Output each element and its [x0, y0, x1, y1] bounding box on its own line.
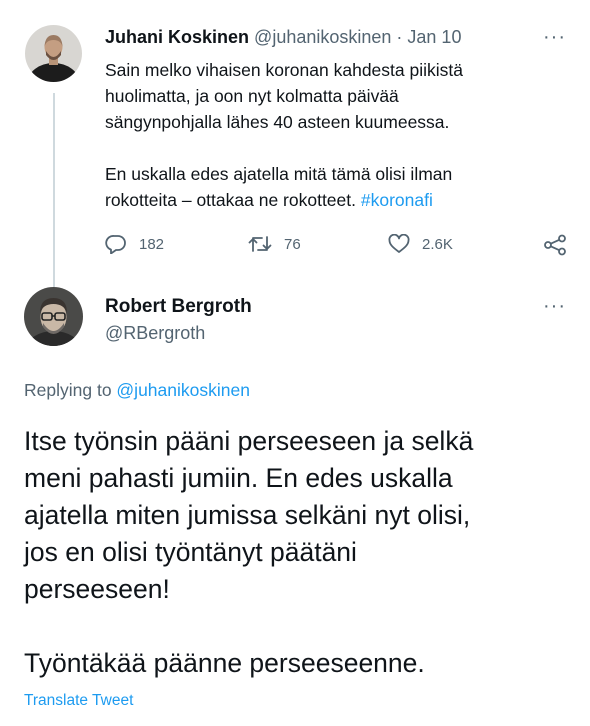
tweet1-line: Sain melko vihaisen koronan kahdesta pii…: [105, 60, 463, 80]
tweet1-text: Sain melko vihaisen koronan kahdesta pii…: [105, 57, 535, 213]
tweet1-line: En uskalla edes ajatella mitä tämä olisi…: [105, 164, 453, 184]
tweet2-line: Itse työnsin pääni perseeseen ja selkä: [24, 426, 474, 456]
tweet1-line: huolimatta, ja oon nyt kolmatta päivää: [105, 86, 399, 106]
tweet2-author-handle[interactable]: @RBergroth: [105, 323, 205, 344]
tweet1-more-icon[interactable]: ···: [543, 27, 566, 47]
tweet1-date[interactable]: Jan 10: [407, 27, 461, 47]
tweet1-action-bar: 182 76 2.6K: [105, 234, 571, 256]
translate-tweet-link[interactable]: Translate Tweet: [24, 692, 133, 710]
tweet2-line: meni pahasti jumiin. En edes uskalla: [24, 463, 453, 493]
retweet-count: 76: [284, 235, 301, 253]
share-button[interactable]: [543, 234, 567, 256]
tweet1-line: sängynpohjalla lähes 40 asteen kuumeessa…: [105, 112, 450, 132]
robert-avatar[interactable]: [24, 287, 83, 346]
tweet2-line: jos en olisi työntänyt päätäni: [24, 537, 357, 567]
retweet-icon: [248, 234, 272, 254]
tweet1-header: Juhani Koskinen @juhanikoskinen · Jan 10: [105, 27, 461, 48]
reply-button[interactable]: 182: [105, 234, 164, 254]
tweet1-line-with-hashtag: rokotteita – ottakaa ne rokotteet. #koro…: [105, 187, 535, 213]
replying-to-link[interactable]: @juhanikoskinen: [116, 380, 250, 400]
tweet2-line: perseeseen!: [24, 574, 170, 604]
tweet1-author-name[interactable]: Juhani Koskinen: [105, 27, 249, 47]
tweet2-more-icon[interactable]: ···: [543, 296, 566, 316]
tweet2-author-name[interactable]: Robert Bergroth: [105, 296, 252, 318]
juhani-avatar[interactable]: [25, 25, 82, 82]
heart-icon: [388, 234, 410, 254]
tweet2-line: ajatella miten jumissa selkäni nyt olisi…: [24, 500, 471, 530]
like-button[interactable]: 2.6K: [388, 234, 453, 254]
retweet-button[interactable]: 76: [248, 234, 301, 254]
tweet1-separator: ·: [391, 27, 408, 47]
tweet1-author-handle[interactable]: @juhanikoskinen: [254, 27, 391, 47]
reply-icon: [105, 234, 127, 254]
tweet2-line: Työntäkää päänne perseeseenne.: [24, 648, 425, 678]
replying-to-label: Replying to: [24, 380, 117, 400]
thread-connector-line: [53, 93, 55, 288]
hashtag-link[interactable]: #koronafi: [361, 190, 433, 210]
tweet2-text: Itse työnsin pääni perseeseen ja selkä m…: [24, 423, 584, 682]
replying-to-line: Replying to @juhanikoskinen: [24, 380, 250, 401]
share-icon: [543, 234, 567, 256]
reply-count: 182: [139, 235, 165, 253]
like-count: 2.6K: [422, 235, 453, 253]
tweet1-line-text: rokotteita – ottakaa ne rokotteet.: [105, 190, 361, 210]
